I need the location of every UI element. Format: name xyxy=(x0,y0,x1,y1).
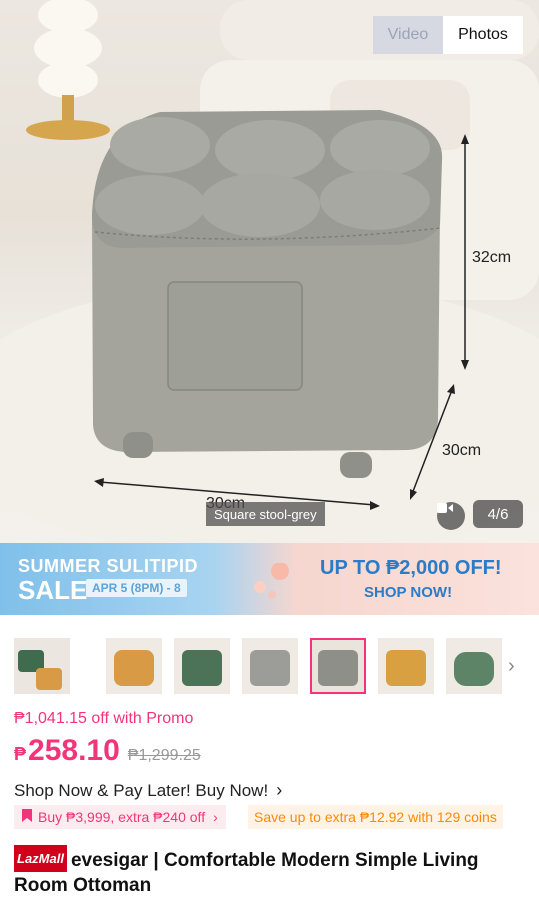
chevron-right-icon: › xyxy=(213,809,218,825)
variant-caption: Square stool-grey xyxy=(206,502,325,526)
voucher-label: Buy ₱3,999, extra ₱240 off xyxy=(38,809,206,825)
video-camera-icon[interactable] xyxy=(437,502,465,530)
banner-title-line2: SALE xyxy=(18,575,88,605)
price-currency: ₱ xyxy=(14,744,27,764)
lazmall-badge: LazMall xyxy=(14,845,67,872)
promo-discount-text: ₱1,041.15 off with Promo xyxy=(14,710,194,727)
product-title: LazMall evesigar | Comfortable Modern Sim… xyxy=(14,845,524,898)
dimension-height: 32cm xyxy=(472,249,512,266)
tab-photos[interactable]: Photos xyxy=(443,16,523,54)
thumbnail-3[interactable] xyxy=(174,638,230,694)
thumbnail-5-selected[interactable] xyxy=(310,638,366,694)
thumbnail-strip: › xyxy=(0,638,539,696)
current-price: 258.10 xyxy=(28,734,120,767)
promo-banner[interactable]: SUMMER SULITIPID SALE APR 5 (8PM) - 8 UP… xyxy=(0,543,539,615)
voucher-icon xyxy=(22,809,32,825)
thumbnail-4[interactable] xyxy=(242,638,298,694)
ottoman-illustration xyxy=(0,0,539,543)
coins-badge[interactable]: Save up to extra ₱12.92 with 129 coins xyxy=(248,805,503,829)
pay-later-link[interactable]: Shop Now & Pay Later! Buy Now! › xyxy=(14,780,282,801)
thumbnail-7[interactable] xyxy=(446,638,502,694)
price-row: ₱ 258.10 ₱1,299.25 xyxy=(14,734,201,768)
thumbnail-6[interactable] xyxy=(378,638,434,694)
banner-offer: UP TO ₱2,000 OFF! xyxy=(320,557,502,579)
banner-cta[interactable]: SHOP NOW! xyxy=(364,584,452,601)
chevron-right-icon: › xyxy=(276,780,283,800)
image-counter: 4/6 xyxy=(473,500,523,528)
confetti-icon xyxy=(254,563,289,599)
tab-video[interactable]: Video xyxy=(373,16,443,54)
product-image[interactable]: Video Photos 32cm 30cm 30cm Square stool… xyxy=(0,0,539,543)
media-tabs: Video Photos xyxy=(373,16,523,54)
thumbnail-2[interactable] xyxy=(106,638,162,694)
original-price: ₱1,299.25 xyxy=(127,747,201,764)
banner-date: APR 5 (8PM) - 8 xyxy=(86,579,187,597)
pay-later-label: Shop Now & Pay Later! Buy Now! xyxy=(14,780,269,800)
thumbnail-1[interactable] xyxy=(14,638,70,694)
chevron-right-icon[interactable]: › xyxy=(508,655,515,678)
dimension-depth: 30cm xyxy=(442,442,482,459)
product-title-text: evesigar | Comfortable Modern Simple Liv… xyxy=(14,850,479,896)
voucher-badge[interactable]: Buy ₱3,999, extra ₱240 off › xyxy=(14,805,226,829)
banner-title-line1: SUMMER SULITIPID xyxy=(18,556,199,576)
